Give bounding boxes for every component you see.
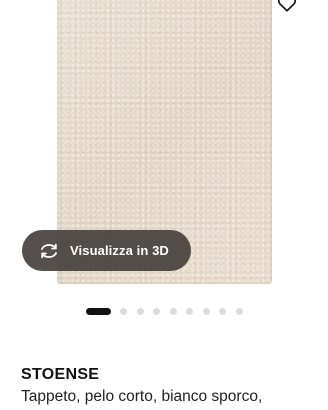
view-in-3d-button[interactable]: Visualizza in 3D <box>22 230 191 271</box>
pagination-dot[interactable] <box>202 308 210 315</box>
pagination-dot[interactable] <box>120 308 127 315</box>
product-name: STOENSE <box>21 366 100 383</box>
favorite-button[interactable] <box>276 0 298 16</box>
pagination-dot[interactable] <box>186 308 193 315</box>
pagination-dot[interactable] <box>235 308 243 315</box>
gallery-pagination-dots[interactable] <box>86 307 252 316</box>
heart-icon <box>277 0 297 17</box>
product-image-gallery[interactable]: Visualizza in 3D <box>0 0 328 295</box>
pagination-dot[interactable] <box>219 308 226 315</box>
rotate-arrows-icon <box>38 240 60 262</box>
product-description: Tappeto, pelo corto, bianco sporco, <box>21 388 263 405</box>
pagination-dot-active[interactable] <box>86 308 111 315</box>
view-in-3d-label: Visualizza in 3D <box>70 243 169 258</box>
pagination-dot[interactable] <box>153 308 160 315</box>
pagination-dot[interactable] <box>169 308 177 315</box>
pagination-dot[interactable] <box>136 308 144 315</box>
